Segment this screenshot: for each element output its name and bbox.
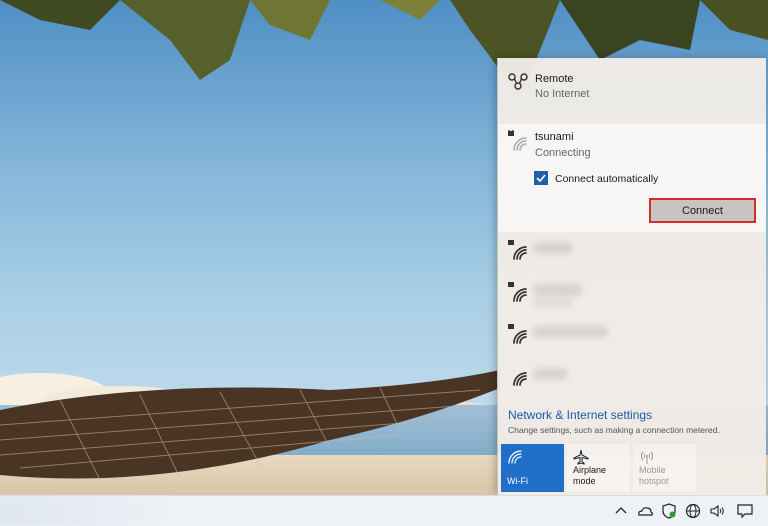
notification-icon[interactable] — [736, 502, 754, 520]
blurred-network-status — [533, 299, 573, 307]
wifi-secured-icon — [508, 282, 527, 302]
network-globe-icon — [508, 73, 528, 90]
taskbar — [0, 495, 768, 526]
network-status: Connecting — [535, 147, 591, 159]
wifi-toggle-tile[interactable]: Wi-Fi — [501, 444, 564, 492]
onedrive-icon[interactable] — [636, 502, 654, 520]
wallpaper-hammock — [0, 370, 500, 481]
network-settings-description: Change settings, such as making a connec… — [508, 425, 720, 435]
tile-label: Airplane mode — [573, 465, 607, 486]
wifi-secured-icon — [508, 240, 527, 260]
network-item-hidden[interactable] — [498, 233, 766, 275]
network-item-remote[interactable]: Remote No Internet — [498, 58, 766, 122]
blurred-network-name — [533, 368, 568, 380]
blurred-network-name — [533, 326, 608, 338]
tile-label: Wi-Fi — [507, 476, 528, 486]
network-icon[interactable] — [684, 502, 702, 520]
network-item-hidden[interactable] — [498, 275, 766, 317]
airplane-icon — [573, 449, 589, 465]
taskbar-blurred-area — [0, 496, 170, 526]
defender-icon[interactable] — [660, 502, 678, 520]
checkmark-icon — [536, 174, 546, 183]
blurred-network-name — [533, 242, 573, 254]
network-flyout: Remote No Internet tsunami Connecting Co… — [497, 58, 766, 495]
volume-icon[interactable] — [708, 502, 726, 520]
connect-automatically-label: Connect automatically — [555, 173, 659, 185]
blurred-network-name — [533, 284, 583, 296]
tile-label: Mobile hotspot — [639, 465, 669, 486]
wifi-secured-icon — [508, 324, 527, 344]
wifi-secured-icon — [508, 130, 527, 151]
network-item-hidden[interactable] — [498, 317, 766, 359]
wifi-icon — [508, 450, 522, 464]
network-item-hidden[interactable] — [498, 359, 766, 401]
airplane-mode-tile[interactable]: Airplane mode — [567, 444, 630, 492]
network-name: Remote — [535, 73, 574, 85]
network-status: No Internet — [535, 88, 590, 100]
network-name: tsunami — [535, 131, 574, 143]
connect-button[interactable]: Connect — [649, 198, 756, 223]
wifi-icon — [513, 372, 527, 386]
hotspot-icon — [641, 451, 653, 464]
mobile-hotspot-tile[interactable]: Mobile hotspot — [633, 444, 696, 492]
chevron-up-icon[interactable] — [612, 502, 630, 520]
connect-automatically-checkbox[interactable] — [534, 171, 548, 185]
network-settings-link[interactable]: Network & Internet settings — [508, 408, 652, 422]
